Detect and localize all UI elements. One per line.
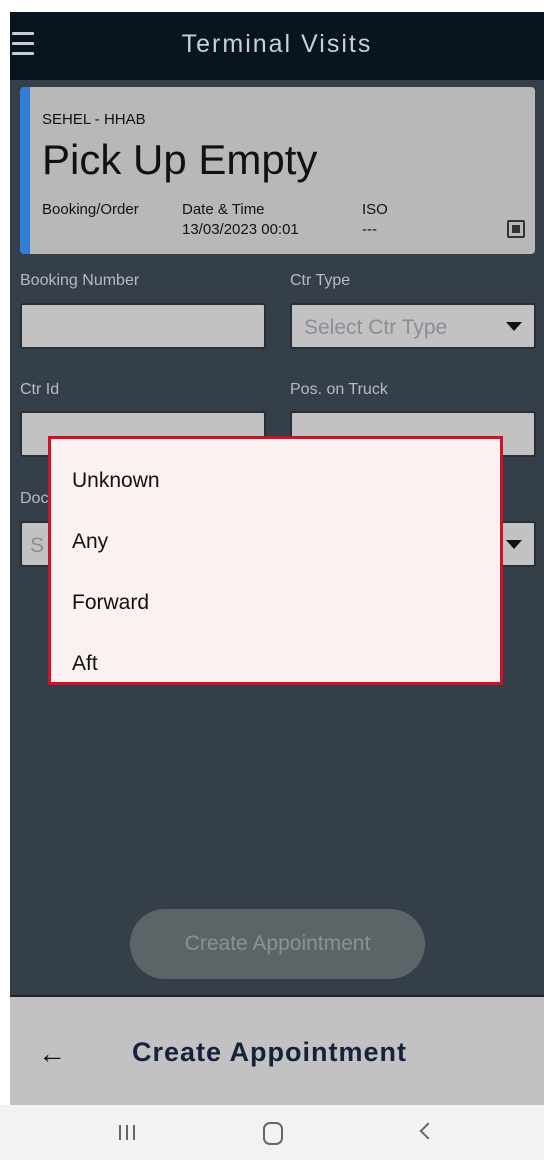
dropdown-option-any[interactable]: Any: [72, 530, 108, 554]
bottom-action-bar: ← Create Appointment: [10, 995, 544, 1105]
back-icon[interactable]: [388, 1105, 468, 1160]
iso-value: ---: [362, 221, 377, 238]
visit-type: Pick Up Empty: [42, 136, 318, 183]
ctr-type-label: Ctr Type: [290, 272, 351, 289]
dropdown-arrow-icon: [506, 540, 522, 549]
booking-order-label: Booking/Order: [42, 201, 139, 218]
dropdown-option-aft[interactable]: Aft: [72, 652, 98, 676]
app-title: Terminal Visits: [181, 30, 373, 58]
app-bar: Terminal Visits: [10, 12, 544, 80]
app-screen: Terminal Visits SEHEL - HHAB Pick Up Emp…: [10, 12, 544, 1105]
iso-label: ISO: [362, 201, 388, 218]
datetime-label: Date & Time: [182, 201, 265, 218]
visit-location: SEHEL - HHAB: [42, 111, 146, 128]
create-appointment-button[interactable]: Create Appointment: [130, 909, 425, 979]
arrow-left-icon[interactable]: ←: [38, 1038, 66, 1070]
booking-number-input[interactable]: [20, 303, 266, 349]
visit-card: SEHEL - HHAB Pick Up Empty Booking/Order…: [20, 87, 535, 254]
pos-on-truck-dropdown: Unknown Any Forward Aft: [48, 436, 503, 685]
ctr-type-placeholder: Select Ctr Type: [304, 316, 448, 339]
ctr-type-select[interactable]: Select Ctr Type: [290, 303, 536, 349]
card-action-icon[interactable]: [507, 220, 525, 238]
bottom-bar-title: Create Appointment: [132, 1037, 408, 1067]
home-icon[interactable]: [232, 1105, 312, 1160]
datetime-value: 13/03/2023 00:01: [182, 221, 299, 238]
ctr-id-label: Ctr Id: [20, 381, 60, 398]
partial-field-label: Doc: [20, 490, 49, 507]
system-navigation-bar: [0, 1105, 544, 1160]
partial-select-left-text: S: [30, 534, 45, 557]
dropdown-option-forward[interactable]: Forward: [72, 591, 149, 615]
pos-on-truck-label: Pos. on Truck: [290, 381, 388, 398]
dropdown-arrow-icon: [506, 322, 522, 331]
recents-icon[interactable]: [88, 1105, 168, 1160]
booking-number-label: Booking Number: [20, 272, 140, 289]
dropdown-option-unknown[interactable]: Unknown: [72, 469, 160, 493]
